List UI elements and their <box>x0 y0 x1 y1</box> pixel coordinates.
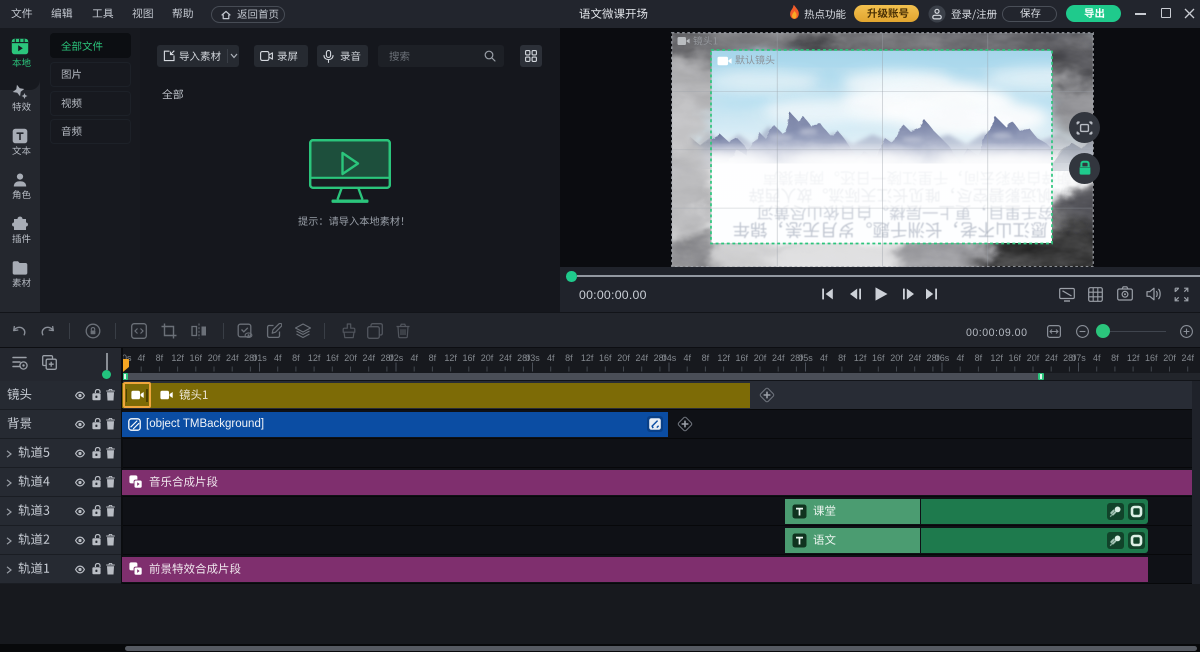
svg-text:20f: 20f <box>890 353 903 363</box>
svg-text:8f: 8f <box>565 353 573 363</box>
svg-text:05s: 05s <box>798 353 813 363</box>
svg-text:4f: 4f <box>1093 353 1101 363</box>
svg-text:03s: 03s <box>525 353 540 363</box>
svg-text:16f: 16f <box>1145 353 1158 363</box>
svg-text:24f: 24f <box>226 353 239 363</box>
svg-text:12f: 12f <box>171 353 184 363</box>
svg-text:16f: 16f <box>1009 353 1022 363</box>
svg-text:16f: 16f <box>326 353 339 363</box>
svg-text:24f: 24f <box>635 353 648 363</box>
svg-text:8f: 8f <box>292 353 300 363</box>
svg-text:20f: 20f <box>1163 353 1176 363</box>
svg-text:4f: 4f <box>547 353 555 363</box>
svg-text:20f: 20f <box>481 353 494 363</box>
svg-text:4f: 4f <box>683 353 691 363</box>
svg-text:06s: 06s <box>935 353 950 363</box>
svg-text:4f: 4f <box>274 353 282 363</box>
svg-text:20f: 20f <box>1027 353 1040 363</box>
svg-text:24f: 24f <box>362 353 375 363</box>
svg-text:12f: 12f <box>854 353 867 363</box>
svg-text:02s: 02s <box>389 353 404 363</box>
svg-text:01s: 01s <box>252 353 267 363</box>
svg-text:8f: 8f <box>156 353 164 363</box>
svg-text:24f: 24f <box>1181 353 1194 363</box>
svg-text:4f: 4f <box>137 353 145 363</box>
svg-text:20f: 20f <box>617 353 630 363</box>
svg-text:8f: 8f <box>429 353 437 363</box>
svg-text:20f: 20f <box>344 353 357 363</box>
svg-text:8f: 8f <box>838 353 846 363</box>
svg-text:8f: 8f <box>702 353 710 363</box>
svg-text:24f: 24f <box>772 353 785 363</box>
svg-text:12f: 12f <box>990 353 1003 363</box>
svg-text:20f: 20f <box>754 353 767 363</box>
svg-text:24f: 24f <box>908 353 921 363</box>
svg-text:8f: 8f <box>975 353 983 363</box>
svg-text:4f: 4f <box>820 353 828 363</box>
svg-text:4f: 4f <box>956 353 964 363</box>
svg-text:04s: 04s <box>662 353 677 363</box>
svg-text:12f: 12f <box>1127 353 1140 363</box>
svg-text:12f: 12f <box>717 353 730 363</box>
svg-text:4f: 4f <box>410 353 418 363</box>
svg-text:12f: 12f <box>444 353 457 363</box>
svg-text:24f: 24f <box>1045 353 1058 363</box>
svg-text:12f: 12f <box>581 353 594 363</box>
svg-text:8f: 8f <box>1111 353 1119 363</box>
svg-text:16f: 16f <box>599 353 612 363</box>
svg-text:16f: 16f <box>872 353 885 363</box>
svg-text:07s: 07s <box>1071 353 1086 363</box>
svg-text:24f: 24f <box>499 353 512 363</box>
svg-text:12f: 12f <box>308 353 321 363</box>
svg-text:16f: 16f <box>463 353 476 363</box>
svg-text:16f: 16f <box>190 353 203 363</box>
svg-text:20f: 20f <box>208 353 221 363</box>
svg-text:16f: 16f <box>736 353 749 363</box>
